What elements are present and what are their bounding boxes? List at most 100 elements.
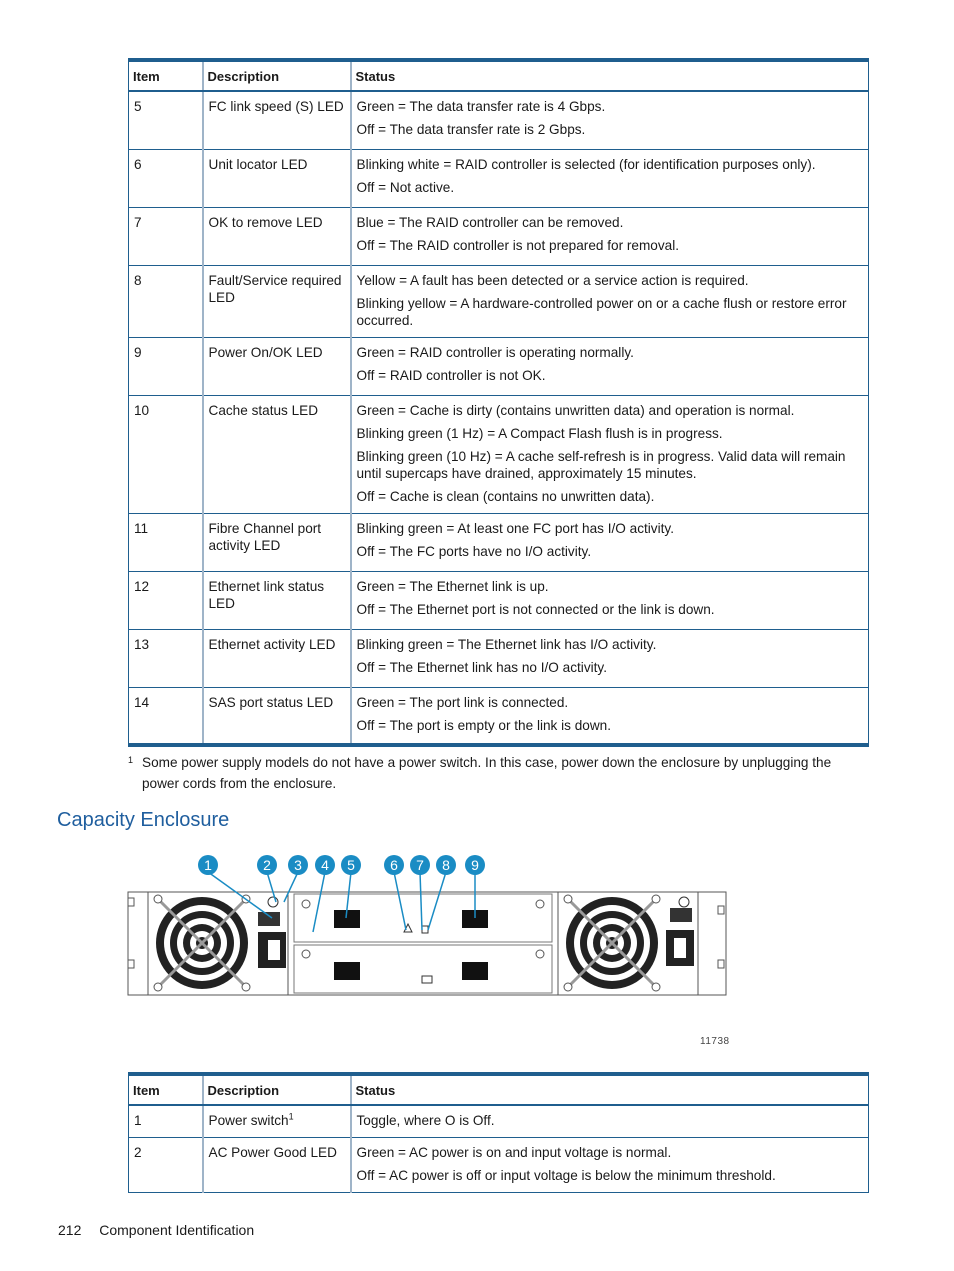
callout-4: 4	[315, 855, 335, 875]
description-text: SAS port status LED	[208, 694, 334, 710]
status-line: Toggle, where O is Off.	[356, 1113, 495, 1128]
callout-6: 6	[384, 855, 404, 875]
item-number: 5	[128, 90, 203, 150]
table-row: 14 SAS port status LED Green = The port li…	[128, 686, 869, 747]
description-text: Ethernet link status LED	[208, 578, 325, 611]
callout-7: 7	[410, 855, 430, 875]
callout-5: 5	[341, 855, 361, 875]
status-line: Green = Cache is dirty (contains unwritt…	[356, 402, 795, 418]
item-status: Blinking green = The Ethernet link has I…	[349, 628, 869, 688]
footnote-text: Some power supply models do not have a p…	[142, 755, 832, 791]
status-line: Yellow = A fault has been detected or a …	[356, 272, 749, 288]
controller-b	[293, 944, 553, 994]
column-header-item: Item	[128, 1073, 203, 1106]
item-number: 10	[128, 394, 203, 514]
table-row: 2 AC Power Good LED Green = AC power is on…	[128, 1137, 869, 1193]
status-line: Blinking white = RAID controller is sele…	[356, 156, 816, 172]
item-description: Power On/OK LED	[201, 336, 351, 396]
item-number: 6	[128, 148, 203, 208]
status-line: Green = AC power is on and input voltage…	[356, 1145, 672, 1160]
item-number: 7	[128, 206, 203, 266]
table-header-row: Item Description Status	[128, 1073, 869, 1106]
description-text: OK to remove LED	[208, 214, 323, 230]
status-line: Off = The Ethernet port is not connected…	[356, 601, 715, 617]
status-line: Blinking green (1 Hz) = A Compact Flash …	[356, 425, 723, 441]
enclosure-illustration	[127, 871, 727, 996]
right-power-supply	[557, 891, 699, 996]
chapter-title: Component Identification	[99, 1222, 255, 1238]
item-status: Green = The Ethernet link is up. Off = Th…	[349, 570, 869, 630]
item-description: FC link speed (S) LED	[201, 90, 351, 150]
table-row: 10 Cache status LED Green = Cache is dirty…	[128, 394, 869, 514]
status-line: Green = The data transfer rate is 4 Gbps…	[356, 99, 606, 114]
column-header-status: Status	[349, 1073, 869, 1106]
status-line: Green = RAID controller is operating nor…	[356, 344, 634, 360]
item-description: Fibre Channel port activity LED	[201, 512, 351, 572]
status-line: Off = Cache is clean (contains no unwrit…	[356, 488, 655, 504]
capacity-enclosure-table: Item Description Status 1 Power switch1 To…	[128, 1072, 869, 1193]
footnote-ref[interactable]: 1	[289, 1111, 294, 1121]
callout-1: 1	[198, 855, 218, 875]
item-description: Fault/Service required LED	[201, 264, 351, 338]
column-header-description: Description	[201, 1073, 351, 1106]
table-header-row: Item Description Status	[128, 59, 869, 92]
figure-id: 11738	[700, 1036, 730, 1047]
column-header-status: Status	[349, 59, 869, 92]
status-line: Blue = The RAID controller can be remove…	[356, 214, 624, 230]
description-text: Power On/OK LED	[208, 344, 323, 360]
item-number: 12	[128, 570, 203, 630]
item-status: Blinking green = At least one FC port ha…	[349, 512, 869, 572]
column-header-description: Description	[201, 59, 351, 92]
item-status: Green = The data transfer rate is 4 Gbps…	[349, 90, 869, 150]
table-row: 6 Unit locator LED Blinking white = RAID c…	[128, 148, 869, 208]
item-status: Blinking white = RAID controller is sele…	[349, 148, 869, 208]
item-number: 2	[128, 1137, 203, 1193]
table-row: 12 Ethernet link status LED Green = The Et…	[128, 570, 869, 630]
table-row: 11 Fibre Channel port activity LED Blinkin…	[128, 512, 869, 572]
description-text: Ethernet activity LED	[208, 636, 336, 652]
table-row: 9 Power On/OK LED Green = RAID controller …	[128, 336, 869, 396]
item-number: 11	[128, 512, 203, 572]
left-power-supply	[147, 891, 289, 996]
callout-2: 2	[257, 855, 277, 875]
controller-a	[293, 893, 553, 943]
footnote: 1 Some power supply models do not have a…	[128, 752, 868, 794]
footnote-marker: 1	[128, 755, 134, 765]
item-description: AC Power Good LED	[201, 1137, 351, 1193]
table-row: 8 Fault/Service required LED Yellow = A fa…	[128, 264, 869, 338]
item-description: Ethernet link status LED	[201, 570, 351, 630]
status-line: Off = RAID controller is not OK.	[356, 367, 546, 383]
table-row: 5 FC link speed (S) LED Green = The data t…	[128, 90, 869, 150]
table-row: 7 OK to remove LED Blue = The RAID control…	[128, 206, 869, 266]
page-footer: 212 Component Identification	[58, 1222, 254, 1238]
status-line: Off = Not active.	[356, 179, 455, 195]
section-title: Capacity Enclosure	[57, 809, 230, 831]
status-line: Off = The port is empty or the link is d…	[356, 717, 612, 733]
enclosure-rear-figure: 1 2345 6789	[126, 850, 736, 1005]
item-number: 14	[128, 686, 203, 747]
status-line: Off = The data transfer rate is 2 Gbps.	[356, 122, 586, 137]
table-row: 1 Power switch1 Toggle, where O is Off.	[128, 1104, 869, 1138]
item-status: Green = RAID controller is operating nor…	[349, 336, 869, 396]
item-number: 8	[128, 264, 203, 338]
status-line: Blinking green = The Ethernet link has I…	[356, 636, 657, 652]
status-line: Blinking green (10 Hz) = A cache self-re…	[356, 448, 846, 481]
callout-9: 9	[465, 855, 485, 875]
item-status: Yellow = A fault has been detected or a …	[349, 264, 869, 338]
item-status: Green = Cache is dirty (contains unwritt…	[349, 394, 869, 514]
status-line: Off = The Ethernet link has no I/O activ…	[356, 659, 607, 675]
led-status-table: Item Description Status 5 FC link speed (…	[128, 58, 869, 747]
status-line: Green = The port link is connected.	[356, 694, 569, 710]
table-row: 13 Ethernet activity LED Blinking green = …	[128, 628, 869, 688]
status-line: Off = The RAID controller is not prepare…	[356, 237, 680, 253]
description-text: Power switch	[208, 1113, 289, 1128]
item-number: 13	[128, 628, 203, 688]
status-line: Green = The Ethernet link is up.	[356, 578, 549, 594]
item-description: Unit locator LED	[201, 148, 351, 208]
item-description: Cache status LED	[201, 394, 351, 514]
item-status: Blue = The RAID controller can be remove…	[349, 206, 869, 266]
item-description: SAS port status LED	[201, 686, 351, 747]
item-status: Green = The port link is connected. Off =…	[349, 686, 869, 747]
status-line: Off = The FC ports have no I/O activity.	[356, 543, 592, 559]
description-text: Fault/Service required LED	[208, 272, 342, 305]
